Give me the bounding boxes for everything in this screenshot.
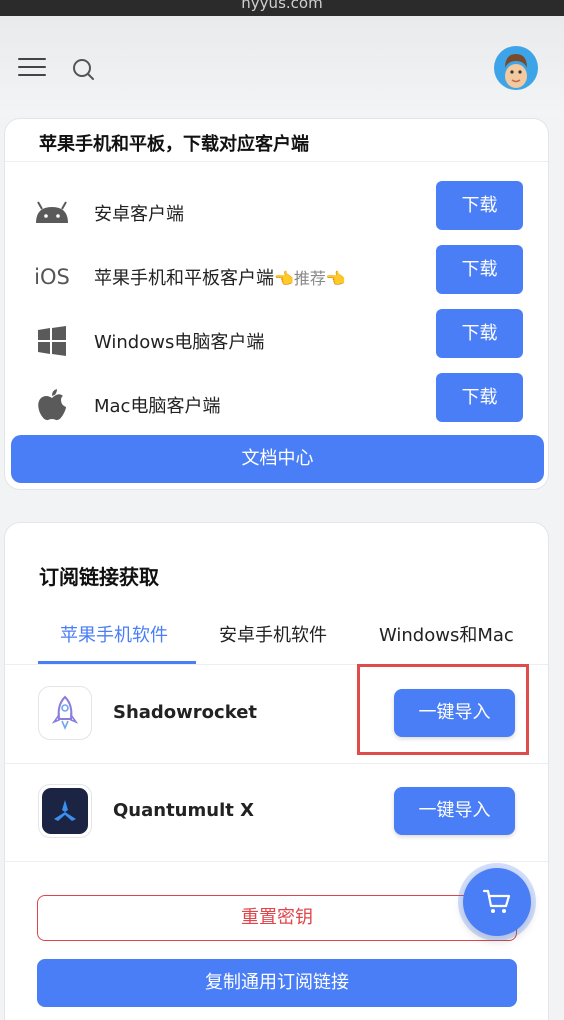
client-label-ios: 苹果手机和平板客户端👈推荐👈 [94,264,346,290]
rocket-icon [38,686,92,740]
docs-center-button[interactable]: 文档中心 [11,435,544,483]
avatar[interactable] [494,46,538,90]
client-row-windows: Windows电脑客户端 下载 [5,309,548,373]
client-label-windows: Windows电脑客户端 [94,332,265,353]
app-row-quantumult: Quantumult X 一键导入 [5,763,548,860]
download-button-mac[interactable]: 下载 [436,373,523,422]
reset-key-button[interactable]: 重置密钥 [37,895,517,941]
client-label-android: 安卓客户端 [94,204,184,225]
client-label-mac: Mac电脑客户端 [94,396,221,417]
hamburger-menu-icon[interactable] [18,58,46,78]
platform-tabs: 苹果手机软件 安卓手机软件 Windows和Mac [5,615,548,665]
client-row-mac: Mac电脑客户端 下载 [5,373,548,437]
download-card-title: 苹果手机和平板，下载对应客户端 [39,134,309,155]
app-name-shadowrocket: Shadowrocket [113,702,258,723]
tab-android-apps[interactable]: 安卓手机软件 [219,621,327,647]
quantumult-icon [38,784,92,838]
client-row-ios: iOS 苹果手机和平板客户端👈推荐👈 下载 [5,245,548,309]
tab-windows-mac-apps[interactable]: Windows和Mac [379,621,514,647]
client-row-android: 安卓客户端 下载 [5,181,548,245]
windows-icon [33,323,71,359]
tab-ios-apps[interactable]: 苹果手机软件 [60,621,168,647]
recommend-tag: 👈推荐👈 [274,269,346,288]
subscription-card-title: 订阅链接获取 [39,565,159,589]
ios-text-icon: iOS [34,265,70,289]
browser-url-bar[interactable]: hyyus.com [0,0,564,16]
import-button-quantumult[interactable]: 一键导入 [394,787,515,835]
divider [5,161,548,162]
download-button-android[interactable]: 下载 [436,181,523,230]
client-label-ios-text: 苹果手机和平板客户端 [94,268,274,289]
android-icon [33,195,71,231]
download-button-windows[interactable]: 下载 [436,309,523,358]
cart-icon[interactable] [463,868,531,936]
download-button-ios[interactable]: 下载 [436,245,523,294]
search-icon[interactable] [70,56,96,82]
subscription-card: 订阅链接获取 苹果手机软件 安卓手机软件 Windows和Mac Shadowr… [4,522,549,1020]
app-name-quantumult: Quantumult X [113,800,254,821]
apple-icon [33,387,71,423]
download-clients-card: 苹果手机和平板，下载对应客户端 安卓客户端 下载 iOS 苹果手机和平板客户端👈… [4,118,549,490]
highlight-annotation-box [357,664,529,755]
divider [5,861,548,862]
copy-subscription-link-button[interactable]: 复制通用订阅链接 [37,959,517,1007]
top-navigation-bar [0,16,564,116]
